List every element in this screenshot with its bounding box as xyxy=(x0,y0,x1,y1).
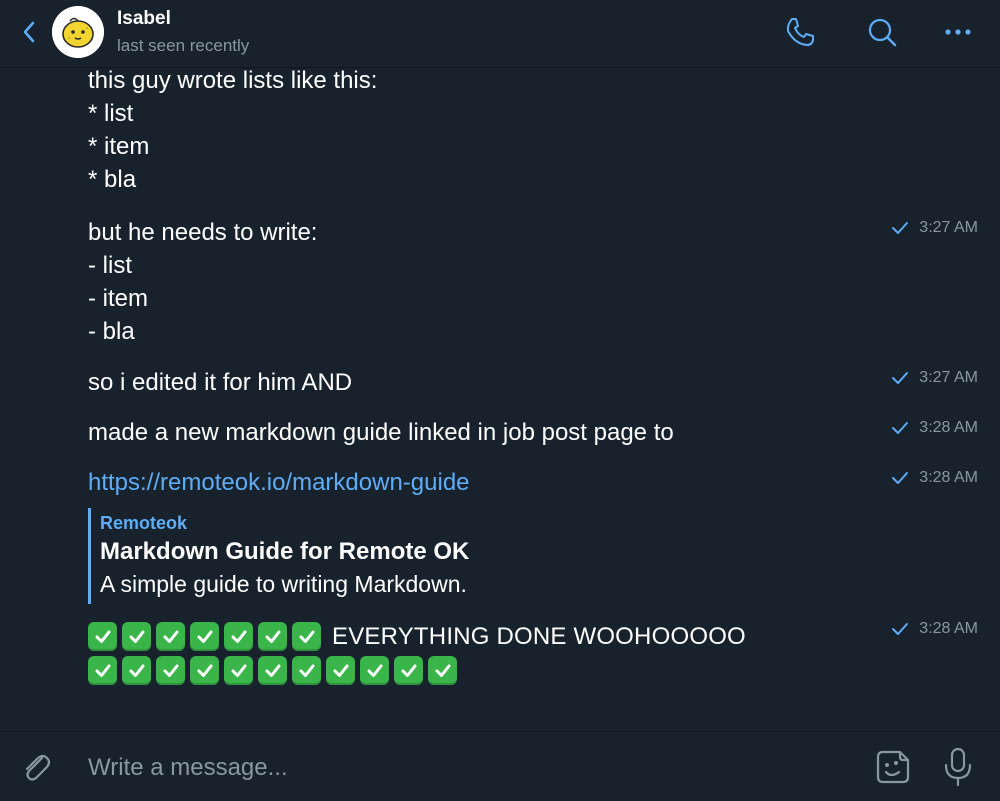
message-text: EVERYTHING DONE WOOHOOOOO xyxy=(332,622,746,650)
sent-check-icon xyxy=(892,472,909,484)
message-meta: 3:28 AM xyxy=(891,468,978,488)
message-list[interactable]: this guy wrote lists like this: * list *… xyxy=(0,67,1000,731)
avatar[interactable] xyxy=(52,6,104,58)
check-mark-emoji-icon xyxy=(258,622,287,651)
message-meta: 3:27 AM xyxy=(891,218,978,238)
search-button[interactable] xyxy=(864,14,900,50)
phone-icon xyxy=(786,18,814,46)
call-button[interactable] xyxy=(782,14,818,50)
check-mark-emoji-icon xyxy=(88,622,117,651)
emoji-message-line xyxy=(88,656,462,685)
message-time: 3:28 AM xyxy=(919,419,978,436)
check-mark-emoji-icon xyxy=(190,622,219,651)
check-mark-emoji-icon xyxy=(88,656,117,685)
message-time: 3:27 AM xyxy=(919,369,978,386)
contact-name[interactable]: Isabel xyxy=(117,8,171,30)
check-mark-emoji-icon xyxy=(224,656,253,685)
message-meta: 3:28 AM xyxy=(891,418,978,438)
sent-check-icon xyxy=(892,623,909,635)
voice-record-button[interactable] xyxy=(942,746,974,788)
check-mark-emoji-icon xyxy=(122,622,151,651)
check-mark-emoji-icon xyxy=(122,656,151,685)
message-link[interactable]: https://remoteok.io/markdown-guide xyxy=(88,466,470,499)
check-mark-emoji-icon xyxy=(258,656,287,685)
check-mark-emoji-icon xyxy=(292,656,321,685)
contact-status: last seen recently xyxy=(117,36,250,55)
check-mark-emoji-icon xyxy=(292,622,321,651)
message-input[interactable] xyxy=(88,752,848,784)
check-mark-emoji-icon xyxy=(224,622,253,651)
message-text: but he needs to write: - list - item - b… xyxy=(88,219,318,345)
message-text: made a new markdown guide linked in job … xyxy=(88,419,674,446)
link-preview[interactable]: Remoteok Markdown Guide for Remote OK A … xyxy=(88,508,469,604)
link-preview-description: A simple guide to writing Markdown. xyxy=(100,571,467,597)
message-meta: 3:27 AM xyxy=(891,368,978,388)
sticker-button[interactable] xyxy=(874,748,912,786)
microphone-icon xyxy=(944,747,972,787)
sticker-icon xyxy=(876,750,910,784)
message-meta: 3:28 AM xyxy=(891,619,978,639)
search-icon xyxy=(868,18,897,47)
check-mark-emoji-icon xyxy=(428,656,457,685)
link-preview-title: Markdown Guide for Remote OK xyxy=(100,538,470,565)
sent-check-icon xyxy=(892,222,909,234)
check-mark-emoji-icon xyxy=(360,656,389,685)
back-chevron-icon xyxy=(23,21,35,43)
more-button[interactable] xyxy=(940,14,976,50)
message-time: 3:27 AM xyxy=(919,219,978,236)
message-time: 3:28 AM xyxy=(919,620,978,637)
check-mark-emoji-icon xyxy=(326,656,355,685)
lemon-avatar-icon xyxy=(52,6,104,58)
check-mark-emoji-icon xyxy=(190,656,219,685)
message-text: so i edited it for him AND xyxy=(88,369,353,396)
attach-button[interactable] xyxy=(18,749,54,785)
chat-header: Isabel last seen recently xyxy=(0,0,1000,68)
check-mark-emoji-icon xyxy=(156,622,185,651)
link-preview-site: Remoteok xyxy=(100,513,188,533)
check-mark-emoji-icon xyxy=(156,656,185,685)
check-mark-emoji-icon xyxy=(394,656,423,685)
back-button[interactable] xyxy=(14,14,44,50)
emoji-message-line: EVERYTHING DONE WOOHOOOOO xyxy=(88,622,746,651)
message-text: this guy wrote lists like this: * list *… xyxy=(88,67,378,193)
paperclip-icon xyxy=(25,754,51,781)
sent-check-icon xyxy=(892,422,909,434)
message-composer xyxy=(0,731,1000,801)
sent-check-icon xyxy=(892,372,909,384)
more-icon xyxy=(945,29,971,35)
message-time: 3:28 AM xyxy=(919,469,978,486)
